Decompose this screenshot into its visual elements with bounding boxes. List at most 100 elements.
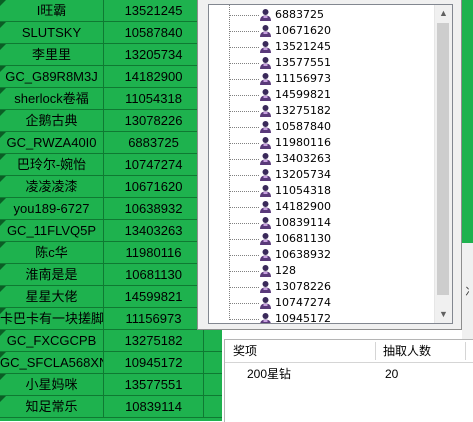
list-item[interactable]: 11156973 [209, 71, 437, 87]
name-cell[interactable]: sherlock卷福 [0, 88, 104, 110]
table-row[interactable]: sherlock卷福 11054318 [0, 88, 222, 111]
table-row[interactable]: 小星妈咪 13577551 [0, 374, 222, 397]
list-item-label: 11156973 [275, 72, 331, 85]
list-item[interactable]: 10638932 [209, 247, 437, 263]
table-row[interactable]: 淮南是是 10681130 [0, 264, 222, 287]
id-cell[interactable]: 13205734 [104, 44, 204, 66]
list-item[interactable]: 11980116 [209, 135, 437, 151]
list-item[interactable]: 14182900 [209, 199, 437, 215]
tree-connector [229, 127, 259, 128]
list-vertical-scrollbar[interactable]: ▲ ▼ [434, 5, 452, 323]
user-avatar-icon [259, 8, 272, 22]
list-item[interactable]: 13521245 [209, 39, 437, 55]
table-row[interactable]: GC_11FLVQ5P 13403263 [0, 220, 222, 243]
list-item[interactable]: 13078226 [209, 279, 437, 295]
id-cell[interactable]: 13403263 [104, 220, 204, 242]
scroll-down-button[interactable]: ▼ [435, 306, 452, 323]
list-item-label: 10839114 [275, 216, 331, 229]
table-row[interactable]: 企鹅古典 13078226 [0, 110, 222, 133]
participant-list-window: 6883725 10671620 13521245 13577551 11156973 1… [197, 0, 462, 330]
name-cell[interactable]: SLUTSKY [0, 22, 104, 44]
header-prize[interactable]: 奖项 [233, 340, 257, 362]
list-item[interactable]: 6883725 [209, 7, 437, 23]
list-item[interactable]: 10587840 [209, 119, 437, 135]
id-cell[interactable]: 11054318 [104, 88, 204, 110]
table-row[interactable]: 知足常乐 10839114 [0, 396, 222, 419]
table-row[interactable]: 陈c华 11980116 [0, 242, 222, 265]
table-row[interactable]: 巴玲尔-婉怡 10747274 [0, 154, 222, 177]
name-cell[interactable]: GC_11FLVQ5P [0, 220, 104, 242]
user-avatar-icon [259, 72, 272, 86]
id-cell[interactable]: 10638932 [104, 198, 204, 220]
name-cell[interactable]: 星星大佬 [0, 286, 104, 308]
id-cell[interactable]: 11156973 [104, 308, 204, 330]
id-cell[interactable]: 13521245 [104, 0, 204, 22]
table-row[interactable]: GC_G89R8M3J 14182900 [0, 66, 222, 89]
id-cell[interactable]: 10945172 [104, 352, 204, 374]
list-item[interactable]: 10681130 [209, 231, 437, 247]
list-item[interactable]: 13275182 [209, 103, 437, 119]
name-cell[interactable]: 企鹅古典 [0, 110, 104, 132]
name-cell[interactable]: you189-6727 [0, 198, 104, 220]
tree-connector [229, 31, 259, 32]
name-cell[interactable]: 淮南是是 [0, 264, 104, 286]
id-cell[interactable]: 10681130 [104, 264, 204, 286]
empty-cell[interactable] [204, 352, 222, 374]
scroll-up-button[interactable]: ▲ [435, 5, 452, 22]
tree-connector [229, 79, 259, 80]
prize-table[interactable]: 奖项 抽取人数 200星钻 20 [224, 339, 473, 422]
table-row[interactable]: 凌凌凌漆 10671620 [0, 176, 222, 199]
list-item[interactable]: 10945172 [209, 311, 437, 323]
table-row[interactable]: SLUTSKY 10587840 [0, 22, 222, 45]
name-cell[interactable]: 李里里 [0, 44, 104, 66]
participant-tree-list[interactable]: 6883725 10671620 13521245 13577551 11156973 1… [208, 4, 453, 324]
table-row[interactable]: I旺霸 13521245 [0, 0, 222, 23]
tree-connector [229, 271, 259, 272]
id-cell[interactable]: 13275182 [104, 330, 204, 352]
list-item[interactable]: 10671620 [209, 23, 437, 39]
empty-cell[interactable] [204, 396, 222, 418]
name-cell[interactable]: GC_RWZA40I0 [0, 132, 104, 154]
list-item[interactable]: 10839114 [209, 215, 437, 231]
id-cell[interactable]: 10587840 [104, 22, 204, 44]
table-row[interactable]: you189-6727 10638932 [0, 198, 222, 221]
table-row[interactable]: GC_FXCGCPB 13275182 [0, 330, 222, 353]
id-cell[interactable]: 14182900 [104, 66, 204, 88]
table-row[interactable]: GC_RWZA40I0 6883725 [0, 132, 222, 155]
table-row[interactable]: 李里里 13205734 [0, 44, 222, 67]
id-cell[interactable]: 10671620 [104, 176, 204, 198]
list-item[interactable]: 14599821 [209, 87, 437, 103]
list-item[interactable]: 11054318 [209, 183, 437, 199]
list-item[interactable]: 13403263 [209, 151, 437, 167]
name-cell[interactable]: 卡巴卡有一块搓脚 [0, 308, 104, 330]
name-cell[interactable]: 凌凌凌漆 [0, 176, 104, 198]
name-cell[interactable]: GC_SFCLA568XN [0, 352, 104, 374]
window-right-edge: 冫 [462, 243, 473, 343]
table-row[interactable]: GC_SFCLA568XN 10945172 [0, 352, 222, 375]
header-count[interactable]: 抽取人数 [383, 340, 431, 362]
list-item[interactable]: 10747274 [209, 295, 437, 311]
id-cell[interactable]: 10839114 [104, 396, 204, 418]
id-cell[interactable]: 13078226 [104, 110, 204, 132]
name-cell[interactable]: 知足常乐 [0, 396, 104, 418]
id-cell[interactable]: 6883725 [104, 132, 204, 154]
table-row[interactable]: 星星大佬 14599821 [0, 286, 222, 309]
scrollbar-thumb[interactable] [437, 23, 449, 295]
id-cell[interactable]: 11980116 [104, 242, 204, 264]
table-row[interactable]: 卡巴卡有一块搓脚 11156973 [0, 308, 222, 331]
list-item[interactable]: 128 [209, 263, 437, 279]
empty-cell[interactable] [204, 330, 222, 352]
name-cell[interactable]: 巴玲尔-婉怡 [0, 154, 104, 176]
list-item[interactable]: 13577551 [209, 55, 437, 71]
name-cell[interactable]: GC_G89R8M3J [0, 66, 104, 88]
name-cell[interactable]: GC_FXCGCPB [0, 330, 104, 352]
name-cell[interactable]: I旺霸 [0, 0, 104, 22]
name-cell[interactable]: 小星妈咪 [0, 374, 104, 396]
name-cell[interactable]: 陈c华 [0, 242, 104, 264]
id-cell[interactable]: 10747274 [104, 154, 204, 176]
id-cell[interactable]: 14599821 [104, 286, 204, 308]
tree-connector [229, 319, 259, 320]
id-cell[interactable]: 13577551 [104, 374, 204, 396]
empty-cell[interactable] [204, 374, 222, 396]
list-item[interactable]: 13205734 [209, 167, 437, 183]
